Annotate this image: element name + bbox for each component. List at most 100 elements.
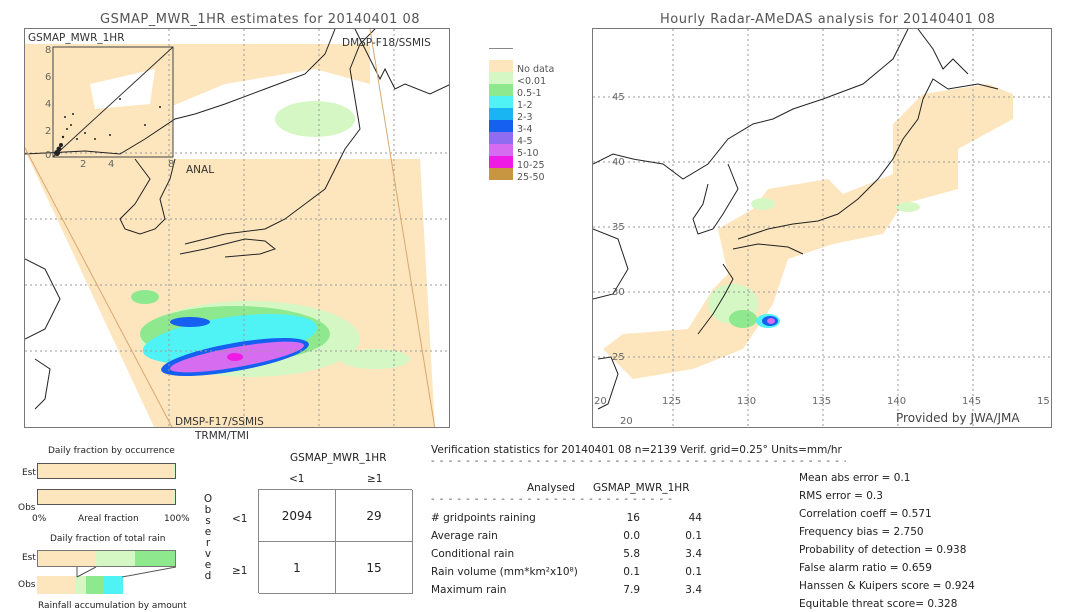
stat-product: 0.1 (685, 530, 702, 542)
stat-label: Average rain (431, 530, 498, 542)
bar-segment (173, 464, 175, 478)
stat-label: # gridpoints raining (431, 512, 536, 524)
legend-swatch (489, 72, 513, 84)
divider: - - - - - - - - - - - - - - - - - - - - … (431, 456, 846, 467)
stat-label: Rain volume (mm*km²x10⁸) (431, 566, 578, 578)
score-line: Equitable threat score= 0.328 (799, 598, 958, 610)
stat-analysed: 5.8 (623, 548, 640, 560)
divider: - - - - - - - - - - - - - - - - - - - - … (431, 494, 676, 505)
column-product: GSMAP_MWR_1HR (593, 482, 690, 494)
total-rain-title: Daily fraction of total rain (50, 534, 166, 544)
cell-obs-lt1-est-ge1: 29 (336, 490, 413, 542)
satellite-label-top: DMSP-F18/SSMIS (342, 37, 431, 49)
stat-product: 0.1 (685, 566, 702, 578)
stat-product: 3.4 (685, 584, 702, 596)
right-map-panel (592, 28, 1052, 428)
total-rain-obs-bar (37, 576, 176, 594)
lon-tick: 135 (812, 396, 832, 407)
score-line: Hanssen & Kuipers score = 0.924 (799, 580, 975, 592)
legend-item: 25-50 (489, 168, 559, 183)
inset-y-tick: 0 (45, 150, 52, 161)
satellite-label-bottom2: TRMM/TMI (195, 430, 249, 442)
cell-obs-ge1-est-ge1: 15 (336, 542, 413, 594)
left-map-canvas (25, 29, 449, 427)
occurrence-obs-label: Obs (18, 503, 36, 513)
occurrence-est-bar (37, 463, 176, 479)
contingency-row-1: <1 (232, 513, 248, 525)
occurrence-est-label: Est (22, 468, 36, 478)
verification-header: Verification statistics for 20140401 08 … (431, 444, 842, 456)
score-line: RMS error = 0.3 (799, 490, 883, 502)
occurrence-title: Daily fraction by occurrence (48, 446, 175, 456)
lat-tick: 30 (612, 287, 625, 298)
legend-swatch (489, 120, 513, 132)
legend-swatch (489, 144, 513, 156)
score-line: False alarm ratio = 0.659 (799, 562, 932, 574)
total-rain-est-label: Est (22, 553, 36, 563)
bar-segment (95, 551, 136, 566)
inset-y-tick: 2 (45, 126, 52, 137)
legend-swatch (489, 60, 513, 72)
data-credit: Provided by JWA/JMA (896, 411, 1020, 425)
inset-y-tick: 6 (45, 72, 52, 83)
stat-analysed: 0.0 (623, 530, 640, 542)
lat-tick: 45 (612, 92, 625, 103)
observed-letter: d (204, 570, 212, 582)
rain-patch (131, 290, 159, 304)
radar-coverage (603, 84, 1013, 379)
total-rain-caption: Rainfall accumulation by amount (38, 601, 187, 611)
legend-swatch (489, 108, 513, 120)
radar-rain-patch (751, 198, 775, 210)
legend-swatch (489, 132, 513, 144)
bar-segment (38, 490, 175, 504)
rain-band-core (170, 317, 210, 327)
total-rain-obs-label: Obs (18, 580, 36, 590)
bar-segment (103, 576, 124, 594)
lon-tick: 20 (594, 396, 607, 407)
right-map-title: Hourly Radar-AMeDAS analysis for 2014040… (660, 12, 996, 27)
contingency-col-header: GSMAP_MWR_1HR (290, 452, 387, 464)
inset-x-tick: 4 (108, 159, 115, 170)
score-line: Probability of detection = 0.938 (799, 544, 967, 556)
anal-axis-label: ANAL (186, 164, 215, 176)
legend-swatch (489, 168, 513, 180)
bar-segment (85, 576, 104, 594)
bar-segment (38, 464, 174, 478)
lon-tick: 140 (887, 396, 907, 407)
radar-rain-violet (767, 318, 775, 324)
stat-analysed: 0.1 (623, 566, 640, 578)
score-line: Mean abs error = 0.1 (799, 472, 911, 484)
cell-obs-ge1-est-lt1: 1 (259, 542, 336, 594)
swath-northern (25, 44, 370, 109)
right-map-canvas (593, 29, 1051, 427)
inset-x-tick: 2 (80, 159, 87, 170)
stat-analysed: 16 (626, 512, 640, 524)
total-rain-connectors (76, 566, 177, 578)
contingency-row-header: Observed (203, 494, 213, 582)
bar-segment (75, 576, 86, 594)
left-map-title: GSMAP_MWR_1HR estimates for 20140401 08 (100, 12, 421, 27)
cell-obs-lt1-est-lt1: 2094 (259, 490, 336, 542)
inset-y-tick: 4 (45, 99, 52, 110)
score-line: Correlation coeff = 0.571 (799, 508, 932, 520)
contingency-col-2: ≥1 (367, 473, 383, 485)
occurrence-axis-left: 0% (32, 514, 47, 524)
column-analysed: Analysed (527, 482, 575, 494)
rain-band-magenta (227, 353, 243, 361)
lat-tick: 35 (612, 222, 625, 233)
stat-product: 3.4 (685, 548, 702, 560)
inset-x-tick: 8 (168, 159, 175, 170)
lat-tick-bottom: 20 (620, 416, 633, 427)
lon-tick: 125 (662, 396, 682, 407)
radar-rain-patch (729, 310, 757, 328)
stat-analysed: 7.9 (623, 584, 640, 596)
legend-label: 25-50 (517, 172, 545, 183)
lon-tick: 130 (737, 396, 757, 407)
contingency-col-1: <1 (289, 473, 305, 485)
stat-product: 44 (688, 512, 702, 524)
product-label: GSMAP_MWR_1HR (28, 32, 125, 44)
lon-tick: 15 (1037, 396, 1050, 407)
legend-swatch (489, 96, 513, 108)
satellite-label-bottom: DMSP-F17/SSMIS (175, 416, 264, 428)
bar-segment (37, 576, 76, 594)
